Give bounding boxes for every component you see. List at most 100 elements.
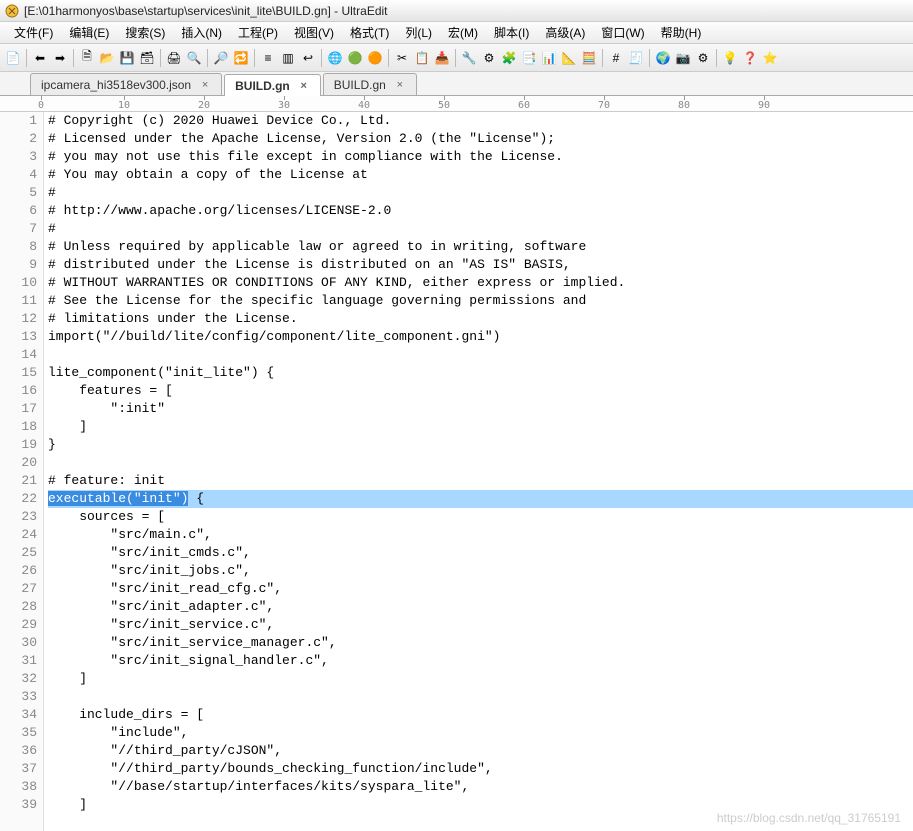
code-line[interactable]: # <box>48 184 913 202</box>
menu-item[interactable]: 工程(P) <box>230 22 286 43</box>
list-icon[interactable]: ≡ <box>259 49 277 67</box>
code-line[interactable]: "src/init_read_cfg.c", <box>48 580 913 598</box>
file-tab[interactable]: BUILD.gn× <box>224 74 321 96</box>
code-line[interactable]: "src/main.c", <box>48 526 913 544</box>
tool4-icon[interactable]: 📑 <box>520 49 538 67</box>
browser-orange-icon[interactable]: 🟠 <box>366 49 384 67</box>
print-icon[interactable]: 🖨 <box>165 49 183 67</box>
doc-icon[interactable]: 🗎 <box>78 49 96 67</box>
tool3-icon[interactable]: 🧩 <box>500 49 518 67</box>
code-line[interactable]: ] <box>48 796 913 814</box>
line-number: 6 <box>0 202 37 220</box>
code-line[interactable]: # feature: init <box>48 472 913 490</box>
tool2-icon[interactable]: ⚙ <box>480 49 498 67</box>
copy-icon[interactable]: 📋 <box>413 49 431 67</box>
code-area[interactable]: # Copyright (c) 2020 Huawei Device Co., … <box>44 112 913 831</box>
menu-item[interactable]: 格式(T) <box>342 22 397 43</box>
menu-item[interactable]: 编辑(E) <box>61 22 117 43</box>
menu-item[interactable]: 插入(N) <box>173 22 230 43</box>
code-line[interactable]: ":init" <box>48 400 913 418</box>
browser-green-icon[interactable]: 🟢 <box>346 49 364 67</box>
code-line[interactable]: import("//build/lite/config/component/li… <box>48 328 913 346</box>
code-line[interactable]: # Licensed under the Apache License, Ver… <box>48 130 913 148</box>
code-line[interactable]: "src/init_service.c", <box>48 616 913 634</box>
code-line[interactable]: lite_component("init_lite") { <box>48 364 913 382</box>
close-icon[interactable]: × <box>298 80 310 92</box>
menu-item[interactable]: 视图(V) <box>286 22 342 43</box>
code-line[interactable]: include_dirs = [ <box>48 706 913 724</box>
paste-icon[interactable]: 📥 <box>433 49 451 67</box>
tool7-icon[interactable]: 🧮 <box>580 49 598 67</box>
code-line[interactable] <box>48 454 913 472</box>
save-icon[interactable]: 💾 <box>118 49 136 67</box>
web-icon[interactable]: 🌍 <box>654 49 672 67</box>
menu-item[interactable]: 搜索(S) <box>117 22 173 43</box>
menu-item[interactable]: 帮助(H) <box>653 22 710 43</box>
menu-item[interactable]: 高级(A) <box>537 22 593 43</box>
forward-icon[interactable]: ➡ <box>51 49 69 67</box>
tool6-icon[interactable]: 📐 <box>560 49 578 67</box>
code-line[interactable]: "//third_party/cJSON", <box>48 742 913 760</box>
code-line[interactable]: executable("init") { <box>48 490 913 508</box>
camera-icon[interactable]: 📷 <box>674 49 692 67</box>
toolbar-separator <box>602 49 603 67</box>
code-line[interactable]: "src/init_adapter.c", <box>48 598 913 616</box>
code-line[interactable]: "src/init_service_manager.c", <box>48 634 913 652</box>
close-icon[interactable]: × <box>394 79 406 91</box>
code-line[interactable]: "//third_party/bounds_checking_function/… <box>48 760 913 778</box>
code-line[interactable]: # <box>48 220 913 238</box>
line-number: 22 <box>0 490 37 508</box>
code-line[interactable]: # distributed under the License is distr… <box>48 256 913 274</box>
find-replace-icon[interactable]: 🔁 <box>232 49 250 67</box>
menu-item[interactable]: 脚本(I) <box>486 22 537 43</box>
code-line[interactable]: # limitations under the License. <box>48 310 913 328</box>
code-line[interactable]: # http://www.apache.org/licenses/LICENSE… <box>48 202 913 220</box>
new-file-icon[interactable]: 📄 <box>4 49 22 67</box>
browser-blue-icon[interactable]: 🌐 <box>326 49 344 67</box>
code-line[interactable]: ] <box>48 670 913 688</box>
help-icon[interactable]: ❓ <box>741 49 759 67</box>
file-tab[interactable]: BUILD.gn× <box>323 73 417 95</box>
code-line[interactable] <box>48 346 913 364</box>
code-line[interactable]: "src/init_cmds.c", <box>48 544 913 562</box>
code-line[interactable]: "//base/startup/interfaces/kits/syspara_… <box>48 778 913 796</box>
code-line[interactable]: "src/init_jobs.c", <box>48 562 913 580</box>
line-number: 29 <box>0 616 37 634</box>
menu-item[interactable]: 列(L) <box>397 22 440 43</box>
settings-icon[interactable]: ⚙ <box>694 49 712 67</box>
code-line[interactable]: # WITHOUT WARRANTIES OR CONDITIONS OF AN… <box>48 274 913 292</box>
menu-item[interactable]: 宏(M) <box>440 22 486 43</box>
tool1-icon[interactable]: 🔧 <box>460 49 478 67</box>
bulb-icon[interactable]: 💡 <box>721 49 739 67</box>
cut-icon[interactable]: ✂ <box>393 49 411 67</box>
code-line[interactable]: } <box>48 436 913 454</box>
code-line[interactable]: # Copyright (c) 2020 Huawei Device Co., … <box>48 112 913 130</box>
code-line[interactable]: # See the License for the specific langu… <box>48 292 913 310</box>
line-number: 3 <box>0 148 37 166</box>
code-line[interactable]: # You may obtain a copy of the License a… <box>48 166 913 184</box>
code-line[interactable]: # Unless required by applicable law or a… <box>48 238 913 256</box>
save-all-icon[interactable]: 🗃 <box>138 49 156 67</box>
tool5-icon[interactable]: 📊 <box>540 49 558 67</box>
code-line[interactable]: "include", <box>48 724 913 742</box>
close-icon[interactable]: × <box>199 79 211 91</box>
editor[interactable]: 1234567891011121314151617181920212223242… <box>0 112 913 831</box>
file-tab[interactable]: ipcamera_hi3518ev300.json× <box>30 73 222 95</box>
star-icon[interactable]: ⭐ <box>761 49 779 67</box>
menu-item[interactable]: 文件(F) <box>6 22 61 43</box>
hex-icon[interactable]: # <box>607 49 625 67</box>
menu-item[interactable]: 窗口(W) <box>593 22 652 43</box>
print-preview-icon[interactable]: 🔍 <box>185 49 203 67</box>
code-line[interactable]: sources = [ <box>48 508 913 526</box>
calc-icon[interactable]: 🧾 <box>627 49 645 67</box>
code-line[interactable]: features = [ <box>48 382 913 400</box>
code-line[interactable]: # you may not use this file except in co… <box>48 148 913 166</box>
code-line[interactable]: ] <box>48 418 913 436</box>
find-icon[interactable]: 🔎 <box>212 49 230 67</box>
col-edit-icon[interactable]: ▥ <box>279 49 297 67</box>
open-icon[interactable]: 📂 <box>98 49 116 67</box>
back-icon[interactable]: ⬅ <box>31 49 49 67</box>
code-line[interactable] <box>48 688 913 706</box>
wrap-icon[interactable]: ↩ <box>299 49 317 67</box>
code-line[interactable]: "src/init_signal_handler.c", <box>48 652 913 670</box>
